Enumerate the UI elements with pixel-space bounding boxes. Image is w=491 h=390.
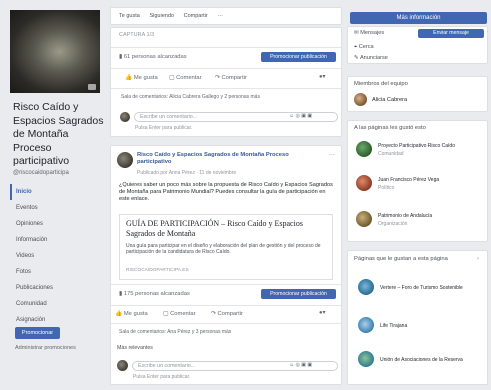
like-button[interactable]: 👍 Me gusta	[125, 75, 158, 81]
globe-icon: ●▾	[319, 310, 326, 316]
page-action-bar: Te gusta Siguiendo Compartir ···	[110, 7, 342, 25]
like-page-button[interactable]: Te gusta	[119, 13, 140, 19]
enter-hint: Pulsa Enter para publicar.	[135, 125, 193, 131]
divider	[111, 88, 341, 89]
chevron-right-icon[interactable]: ›	[477, 256, 479, 262]
post-card-2: Risco Caído y Espacios Sagrados de Monta…	[110, 145, 342, 385]
link-preview[interactable]: GUÍA DE PARTICIPACIÓN – Risco Caído y Es…	[119, 214, 333, 280]
thumbs-up-icon: 👍	[125, 75, 134, 81]
divider	[111, 68, 341, 69]
avatar[interactable]	[358, 279, 374, 295]
team-members-card: Miembros del equipo Alicia Cabrera	[347, 76, 488, 112]
section-title: A las páginas les gustó esto	[354, 125, 426, 131]
post-caption: CAPTURA 1/3	[119, 32, 155, 38]
sidebar-item-informacion[interactable]: Información	[10, 232, 102, 248]
member-name[interactable]: Alicia Cabrera	[372, 97, 407, 103]
sidebar-nav: Inicio Eventos Opiniones Información Vid…	[10, 184, 102, 328]
sidebar-item-eventos[interactable]: Eventos	[10, 200, 102, 216]
more-icon[interactable]: ···	[329, 152, 335, 158]
page-category: Organización	[378, 221, 408, 227]
messages-link[interactable]: ✉ Mensajes	[354, 30, 384, 36]
audience-selector[interactable]: ●▾	[319, 74, 325, 80]
sidebar-item-fotos[interactable]: Fotos	[10, 264, 102, 280]
share-button[interactable]: ↷ Compartir	[215, 75, 247, 81]
comment-button[interactable]: ▢ Comentar	[163, 311, 196, 317]
page-name[interactable]: Vertere – Foro de Turismo Sostenible	[380, 285, 463, 291]
avatar[interactable]	[358, 317, 374, 333]
promote-button[interactable]: Promocionar	[15, 327, 60, 339]
comment-button[interactable]: ▢ Comentar	[169, 75, 202, 81]
post-meta: Publicado por Anna Pérez · 11 de noviemb…	[137, 170, 237, 176]
page-name[interactable]: Proyecto Participativo Risco Caído	[378, 143, 455, 149]
page-category: Comunidad	[378, 151, 404, 157]
post-text: ¿Quieres saber un poco más sobre la prop…	[119, 182, 333, 202]
more-info-button[interactable]: Más información	[350, 12, 487, 24]
like-button[interactable]: 👍 Me gusta	[115, 311, 148, 317]
following-button[interactable]: Siguiendo	[149, 13, 173, 19]
boost-post-button[interactable]: Promocionar publicación	[261, 52, 336, 62]
section-title: Miembros del equipo	[354, 81, 408, 87]
avatar	[117, 360, 128, 371]
sidebar-item-asignacion[interactable]: Asignación	[10, 312, 102, 328]
avatar[interactable]	[117, 152, 133, 168]
camera-icon[interactable]	[88, 84, 96, 90]
section-title: Páginas que le gustan a esta página	[354, 256, 448, 262]
audience-selector[interactable]: ●▾	[319, 310, 325, 316]
page-actions-card: ✉ Mensajes Enviar mensaje ⌖ Cerca ✎ Anun…	[347, 26, 488, 64]
avatar[interactable]	[356, 175, 372, 191]
divider	[111, 323, 341, 324]
page-name[interactable]: Patrimonio de Andalucía	[378, 213, 432, 219]
divider	[111, 284, 341, 285]
avatar	[120, 112, 130, 122]
manage-promotions-link[interactable]: Administrar promociones	[15, 345, 76, 351]
sidebar-item-videos[interactable]: Videos	[10, 248, 102, 264]
nearby-link[interactable]: ⌖ Cerca	[354, 44, 374, 51]
more-options-button[interactable]: ···	[217, 13, 223, 19]
most-relevant-filter[interactable]: Más relevantes	[117, 345, 153, 351]
seen-by-text[interactable]: Sala de comentarios: Alicia Cabrera Gall…	[121, 94, 260, 100]
send-message-button[interactable]: Enviar mensaje	[418, 29, 484, 38]
link-title[interactable]: GUÍA DE PARTICIPACIÓN – Risco Caído y Es…	[126, 219, 326, 239]
page-name[interactable]: Juan Francisco Pérez Vega	[378, 177, 439, 183]
share-button[interactable]: ↷ Compartir	[211, 311, 243, 317]
globe-icon: ●▾	[319, 74, 326, 80]
post-author[interactable]: Risco Caído y Espacios Sagrados de Monta…	[137, 152, 317, 166]
avatar[interactable]	[354, 93, 367, 106]
seen-by-text[interactable]: Sala de comentarios: Ana Pérez y 3 perso…	[119, 329, 231, 335]
link-description: Una guía para participar en el diseño y …	[126, 243, 321, 256]
enter-hint: Pulsa Enter para publicar.	[133, 374, 191, 380]
link-domain: RISCOCAIDOPARTICIPA.ES	[126, 268, 189, 273]
page-handle[interactable]: @riscocaidoparticipa	[13, 170, 69, 176]
page-name[interactable]: Unión de Asociaciones de la Reserva	[380, 357, 463, 363]
sidebar-item-opiniones[interactable]: Opiniones	[10, 216, 102, 232]
sidebar-item-inicio[interactable]: Inicio	[10, 184, 102, 200]
left-column: Risco Caído y Espacios Sagrados de Monta…	[0, 0, 107, 390]
sidebar-item-comunidad[interactable]: Comunidad	[10, 296, 102, 312]
post-card-1: CAPTURA 1/3 ▮ 61 personas alcanzadas Pro…	[110, 27, 342, 137]
divider	[111, 305, 341, 306]
pages-liked-card: Páginas que le gustan a esta página › Ve…	[347, 250, 488, 385]
divider	[111, 47, 341, 48]
share-page-button[interactable]: Compartir	[184, 13, 208, 19]
advertise-link[interactable]: ✎ Anunciarse	[354, 55, 388, 61]
reach-count[interactable]: ▮ 175 personas alcanzadas	[119, 291, 190, 297]
emoji-icons[interactable]: ☺ ◎ ▣ ▣	[289, 362, 312, 368]
reach-count[interactable]: ▮ 61 personas alcanzadas	[119, 54, 187, 60]
page-name[interactable]: Life Tirajana	[380, 323, 407, 329]
liked-by-pages-card: A las páginas les gustó esto Proyecto Pa…	[347, 120, 488, 242]
emoji-icons[interactable]: ☺ ◎ ▣ ▣	[289, 113, 312, 119]
page-category: Político	[378, 185, 395, 191]
thumbs-up-icon: 👍	[115, 311, 124, 317]
avatar[interactable]	[358, 351, 374, 367]
page-title[interactable]: Risco Caído y Espacios Sagrados de Monta…	[13, 101, 105, 169]
profile-cover-photo[interactable]	[10, 10, 100, 93]
boost-post-button[interactable]: Promocionar publicación	[261, 289, 336, 299]
avatar[interactable]	[356, 141, 372, 157]
avatar[interactable]	[356, 211, 372, 227]
sidebar-item-publicaciones[interactable]: Publicaciones	[10, 280, 102, 296]
